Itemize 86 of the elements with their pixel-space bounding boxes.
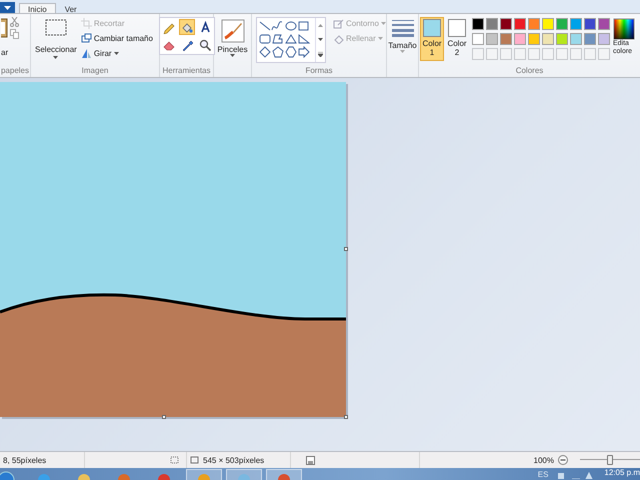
- brush-icon: [220, 19, 244, 43]
- palette-color[interactable]: [486, 33, 498, 45]
- palette-color[interactable]: [598, 33, 610, 45]
- image-size-icon: [190, 456, 199, 464]
- palette-color[interactable]: [542, 18, 554, 30]
- expand-icon[interactable]: [318, 52, 323, 56]
- taskbar-app-button[interactable]: [266, 469, 302, 480]
- empty-color-slot[interactable]: [486, 48, 498, 60]
- scissors-icon[interactable]: [10, 17, 20, 27]
- empty-color-slot[interactable]: [542, 48, 554, 60]
- palette-color[interactable]: [472, 33, 484, 45]
- app-icon: [77, 471, 91, 480]
- line-width-icon: [392, 19, 414, 37]
- app-icon: [37, 471, 51, 480]
- resize-button[interactable]: Cambiar tamaño: [80, 32, 153, 45]
- caret-icon: [114, 52, 119, 55]
- palette-color[interactable]: [500, 18, 512, 30]
- palette-color[interactable]: [570, 18, 582, 30]
- select-button[interactable]: Seleccionar: [32, 17, 80, 61]
- palette-color[interactable]: [486, 18, 498, 30]
- empty-color-slot[interactable]: [584, 48, 596, 60]
- caret-icon: [380, 22, 386, 25]
- paint-bucket-tool[interactable]: [178, 19, 194, 35]
- caret-icon: [400, 50, 405, 53]
- crop-icon: [80, 18, 92, 29]
- zoom-out-icon[interactable]: [558, 455, 568, 465]
- palette-color[interactable]: [528, 33, 540, 45]
- empty-color-slot[interactable]: [514, 48, 526, 60]
- rotate-icon: [80, 48, 92, 59]
- slider-thumb[interactable]: [607, 455, 613, 465]
- taskbar-app-button[interactable]: [226, 469, 262, 480]
- caret-icon: [230, 54, 235, 57]
- app-icon: [157, 471, 171, 480]
- color-spectrum-icon: [613, 18, 635, 40]
- zoom-level: 100%: [534, 456, 554, 464]
- app-icon: [277, 471, 291, 480]
- palette-color[interactable]: [528, 18, 540, 30]
- empty-color-slot[interactable]: [472, 48, 484, 60]
- taskbar-app-button[interactable]: [186, 469, 222, 480]
- clipboard-icon: [1, 18, 8, 38]
- group-label: Formas: [304, 66, 334, 77]
- selection-size-icon: [170, 456, 179, 464]
- color-slot[interactable]: Color 2: [445, 17, 469, 61]
- palette-color[interactable]: [542, 33, 554, 45]
- empty-color-slot[interactable]: [570, 48, 582, 60]
- group-label: papeles: [0, 66, 30, 77]
- palette-color[interactable]: [556, 33, 568, 45]
- empty-color-slot[interactable]: [528, 48, 540, 60]
- selection-icon: [44, 19, 67, 37]
- zoom-slider[interactable]: [580, 455, 640, 465]
- palette-color[interactable]: [598, 18, 610, 30]
- scroll-up-icon[interactable]: [318, 24, 323, 26]
- ribbon-tab[interactable]: Inicio: [19, 3, 56, 13]
- palette-color[interactable]: [584, 33, 596, 45]
- group-label: Imagen: [80, 66, 110, 77]
- file-menu-button[interactable]: [0, 2, 15, 13]
- palette-color[interactable]: [500, 33, 512, 45]
- app-icon: [197, 471, 211, 480]
- palette-color[interactable]: [514, 18, 526, 30]
- group-label: Herramientas: [161, 66, 212, 77]
- palette-color[interactable]: [556, 18, 568, 30]
- clock[interactable]: 12:05 p.m: [604, 468, 640, 477]
- group-label: Colores: [514, 66, 544, 77]
- empty-color-slot[interactable]: [598, 48, 610, 60]
- scroll-down-icon[interactable]: [318, 38, 323, 40]
- palette-color[interactable]: [514, 33, 526, 45]
- ribbon-tab[interactable]: Ver: [56, 3, 86, 13]
- palette-color[interactable]: [472, 18, 484, 30]
- caret-icon: [53, 56, 58, 59]
- image-size: 545 × 503píxeles: [203, 456, 264, 464]
- paste-button[interactable]: ar: [0, 17, 10, 58]
- rotate-button[interactable]: Girar: [80, 47, 153, 60]
- brushes-button[interactable]: Pinceles: [214, 17, 251, 59]
- empty-color-slot[interactable]: [500, 48, 512, 60]
- pencil-icon: [333, 18, 344, 29]
- cursor-position: 8, 55píxeles: [3, 456, 46, 464]
- copy-icon[interactable]: [10, 29, 20, 39]
- palette-color[interactable]: [584, 18, 596, 30]
- caret-icon: [378, 37, 383, 40]
- app-icon: [117, 471, 131, 480]
- app-icon: [237, 471, 251, 480]
- caret-icon: [4, 6, 11, 10]
- palette-color[interactable]: [570, 33, 582, 45]
- color-slot[interactable]: Color 1: [420, 17, 444, 61]
- resize-icon: [80, 33, 92, 44]
- empty-color-slot[interactable]: [556, 48, 568, 60]
